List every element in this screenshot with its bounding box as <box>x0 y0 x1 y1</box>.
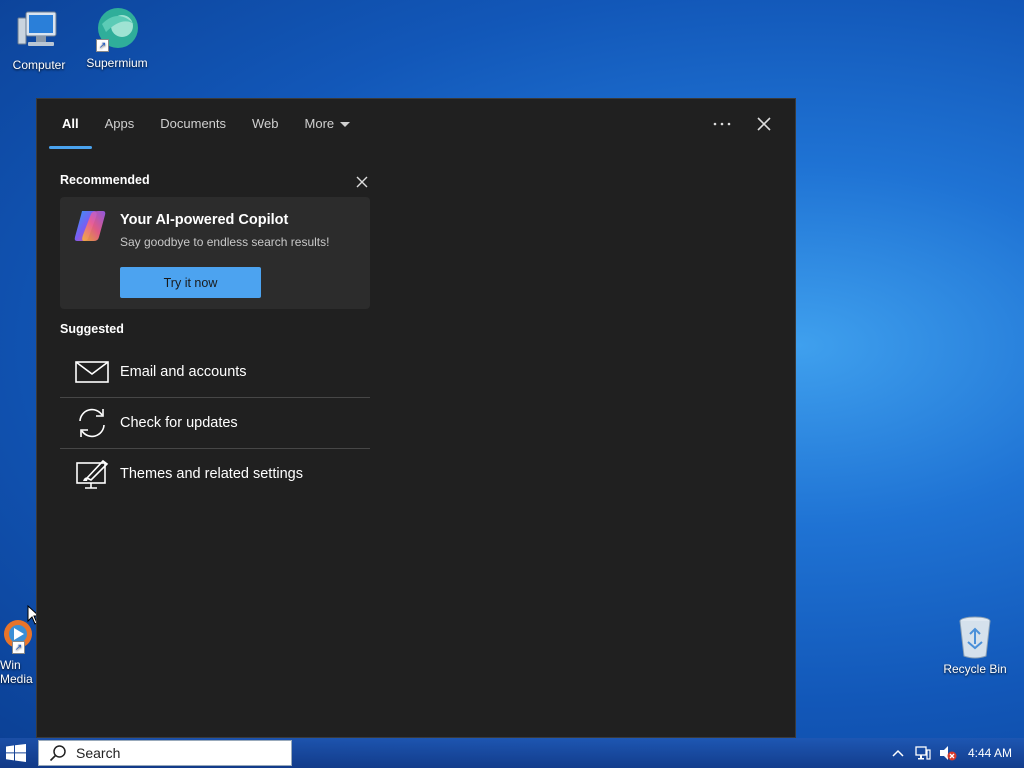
desktop-icon-label: Computer <box>12 58 66 72</box>
chevron-down-icon <box>340 122 351 128</box>
suggested-item-check-updates[interactable]: Check for updates <box>60 398 370 448</box>
computer-icon <box>14 8 64 54</box>
recycle-bin-icon <box>950 612 1000 659</box>
tab-documents[interactable]: Documents <box>147 99 239 149</box>
system-tray: 4:44 AM <box>887 738 1024 768</box>
desktop-icon-label: Recycle Bin <box>943 662 1007 676</box>
desktop-icon-computer[interactable]: Computer <box>1 8 77 72</box>
copilot-card-subtitle: Say goodbye to endless search results! <box>120 235 330 249</box>
search-panel: All Apps Documents Web More Recommended <box>36 98 796 738</box>
windows-logo-icon <box>6 744 26 762</box>
supermium-icon: ↗ <box>92 6 142 52</box>
taskbar-search-box[interactable]: Search <box>38 740 292 766</box>
suggested-item-label: Themes and related settings <box>120 466 303 482</box>
taskbar-clock[interactable]: 4:44 AM <box>968 746 1012 760</box>
desktop-icon-recycle-bin[interactable]: Recycle Bin <box>937 612 1013 676</box>
suggested-item-themes-settings[interactable]: Themes and related settings <box>60 449 370 499</box>
mail-icon <box>74 354 110 390</box>
suggested-item-label: Check for updates <box>120 415 238 431</box>
copilot-promo-card: Your AI-powered Copilot Say goodbye to e… <box>60 197 370 309</box>
search-input: Search <box>76 745 121 761</box>
copilot-logo-icon <box>74 211 106 241</box>
shortcut-arrow-icon: ↗ <box>12 641 25 654</box>
theme-brush-icon <box>74 456 110 492</box>
search-icon <box>49 745 66 762</box>
more-options-button[interactable] <box>706 109 738 139</box>
desktop-icon-supermium[interactable]: ↗ Supermium <box>79 6 155 70</box>
suggested-item-label: Email and accounts <box>120 364 247 380</box>
search-tabs: All Apps Documents Web More <box>49 99 363 149</box>
try-it-now-button[interactable]: Try it now <box>120 267 261 298</box>
taskbar: Search 4:44 AM <box>0 738 1024 768</box>
close-icon <box>757 117 771 131</box>
network-icon[interactable] <box>912 742 934 764</box>
copilot-card-title: Your AI-powered Copilot <box>120 212 289 228</box>
show-hidden-icons-icon[interactable] <box>887 742 909 764</box>
shortcut-arrow-icon: ↗ <box>96 39 109 52</box>
close-panel-button[interactable] <box>748 109 780 139</box>
suggested-item-email-accounts[interactable]: Email and accounts <box>60 347 370 397</box>
tab-all[interactable]: All <box>49 99 92 149</box>
volume-muted-icon[interactable] <box>937 742 959 764</box>
recommended-heading: Recommended <box>60 173 150 187</box>
tab-apps[interactable]: Apps <box>92 99 148 149</box>
ellipsis-icon <box>713 122 731 126</box>
desktop-icon-label: Supermium <box>86 56 148 70</box>
suggested-heading: Suggested <box>60 322 124 336</box>
tab-more[interactable]: More <box>292 99 364 149</box>
start-button[interactable] <box>6 744 26 762</box>
sync-icon <box>74 405 110 441</box>
tab-web[interactable]: Web <box>239 99 292 149</box>
close-icon <box>356 176 368 188</box>
dismiss-recommended-button[interactable] <box>351 171 373 193</box>
